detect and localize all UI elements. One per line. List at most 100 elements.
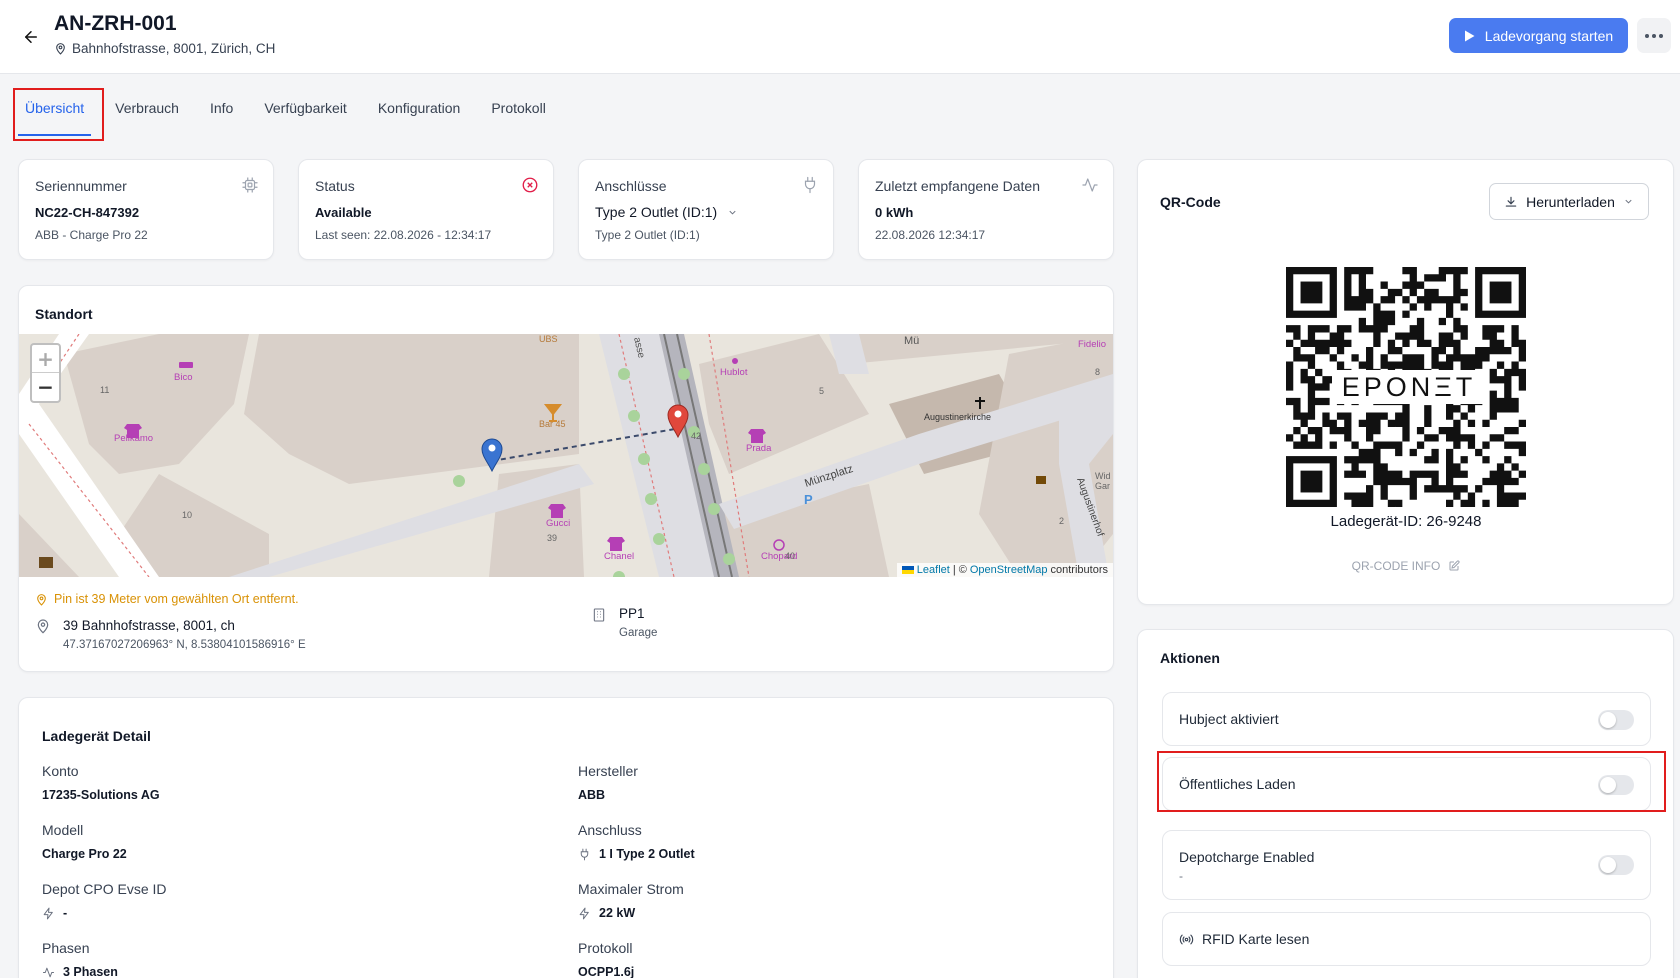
tab-info[interactable]: Info — [199, 88, 244, 128]
last-data-label: Zuletzt empfangene Daten — [875, 178, 1040, 194]
qr-info-label: QR-CODE INFO — [1351, 559, 1441, 573]
status-label: Status — [315, 178, 355, 194]
field-value-row: 3 Phasen — [42, 965, 118, 978]
action-hubject: Hubject aktiviert — [1162, 692, 1651, 746]
tab-verfuegbarkeit[interactable]: Verfügbarkeit — [253, 88, 358, 128]
map-label: Gar — [1095, 481, 1110, 491]
field-label: Anschluss — [578, 822, 642, 838]
plug-icon — [580, 848, 589, 860]
detail-title: Ladegerät Detail — [42, 728, 151, 744]
map-label: 10 — [182, 510, 192, 520]
rfid-icon — [1179, 934, 1194, 944]
field-label: Phasen — [42, 940, 90, 956]
map-label: UBS — [539, 334, 558, 344]
qr-code-info-link[interactable]: QR-CODE INFO — [1286, 559, 1526, 573]
action-label: Hubject aktiviert — [1179, 711, 1279, 727]
field-label: Maximaler Strom — [578, 881, 684, 897]
map-pin-icon — [37, 619, 49, 634]
ukraine-flag-icon — [901, 566, 914, 574]
page-address: Bahnhofstrasse, 8001, Zürich, CH — [54, 41, 275, 56]
action-depotcharge: Depotcharge Enabled - — [1162, 830, 1651, 900]
cinema-icon — [39, 557, 53, 568]
start-charging-button[interactable]: Ladevorgang starten — [1449, 18, 1628, 53]
serial-value: NC22-CH-847392 — [35, 205, 140, 220]
zoom-out-button[interactable]: − — [32, 373, 59, 401]
actions-title: Aktionen — [1160, 650, 1220, 666]
play-icon — [1464, 30, 1475, 41]
connector-select-value: Type 2 Outlet (ID:1) — [595, 204, 718, 220]
connector-select[interactable]: Type 2 Outlet (ID:1) — [595, 204, 738, 220]
qr-finder-pattern — [1286, 267, 1337, 318]
map-label: Bar 45 — [539, 419, 566, 429]
download-button[interactable]: Herunterladen — [1489, 183, 1649, 220]
field-value: ABB — [578, 788, 606, 802]
action-label: RFID Karte lesen — [1202, 931, 1310, 947]
parking-name: PP1 — [619, 606, 645, 621]
activity-icon — [1082, 178, 1098, 192]
parking-icon: P — [804, 492, 813, 507]
arrow-left-icon — [25, 31, 37, 43]
tab-bar: Übersicht Verbrauch Info Verfügbarkeit K… — [14, 88, 566, 140]
map-label: Prada — [746, 443, 772, 454]
map-label: 40 — [785, 551, 795, 561]
field-modell: Modell Charge Pro 22 — [42, 822, 127, 861]
plug-icon — [804, 176, 816, 194]
field-value: 17235-Solutions AG — [42, 788, 160, 802]
field-value: 1 I Type 2 Outlet — [599, 847, 695, 861]
zoom-in-button[interactable]: + — [32, 345, 59, 373]
field-value-row: - — [42, 906, 167, 920]
public-charging-toggle[interactable] — [1598, 775, 1634, 795]
chip-icon — [242, 177, 258, 193]
location-map[interactable]: P Bico Pelikamo Hublot Prada Gucci Chane… — [19, 334, 1113, 577]
map-canvas[interactable]: P Bico Pelikamo Hublot Prada Gucci Chane… — [19, 334, 1113, 577]
tab-konfiguration[interactable]: Konfiguration — [367, 88, 472, 128]
eponet-logo: EPONΞT — [1332, 370, 1486, 404]
field-value: Charge Pro 22 — [42, 847, 127, 861]
edit-icon — [1449, 560, 1460, 571]
map-label: 2 — [1059, 516, 1064, 526]
map-label: Gucci — [546, 518, 570, 529]
map-label: 8 — [1095, 367, 1100, 377]
action-label: Öffentliches Laden — [1179, 776, 1296, 792]
last-data-time: 22.08.2026 12:34:17 — [875, 228, 986, 242]
address-text: Bahnhofstrasse, 8001, Zürich, CH — [72, 41, 276, 56]
actions-card: Aktionen Hubject aktiviert Öffentliches … — [1137, 629, 1674, 978]
qr-finder-pattern — [1475, 267, 1526, 318]
field-value: 3 Phasen — [63, 965, 118, 978]
hubject-toggle[interactable] — [1598, 710, 1634, 730]
depotcharge-toggle[interactable] — [1598, 855, 1634, 875]
field-evse: Depot CPO Evse ID - — [42, 881, 167, 920]
tab-uebersicht[interactable]: Übersicht — [14, 88, 95, 136]
map-attribution: Leaflet | © OpenStreetMap contributors — [896, 563, 1113, 577]
back-button[interactable] — [18, 24, 44, 50]
map-label: Augustinerkirche — [924, 412, 991, 422]
map-label: Chanel — [604, 551, 634, 562]
rfid-label-row: RFID Karte lesen — [1179, 931, 1309, 947]
map-label: Hublot — [720, 367, 748, 378]
tab-verbrauch[interactable]: Verbrauch — [104, 88, 190, 128]
map-label: 11 — [100, 385, 109, 395]
location-title: Standort — [35, 306, 93, 322]
field-label: Modell — [42, 822, 84, 838]
serial-model: ABB - Charge Pro 22 — [35, 228, 148, 242]
bolt-icon — [579, 907, 589, 919]
leaflet-link[interactable]: Leaflet — [917, 564, 950, 576]
field-label: Protokoll — [578, 940, 633, 956]
tab-protokoll[interactable]: Protokoll — [480, 88, 556, 128]
status-value: Available — [315, 205, 372, 220]
cafe-icon — [1036, 476, 1046, 484]
bolt-icon — [43, 907, 53, 919]
charger-id: Ladegerät-ID: 26-9248 — [1330, 513, 1482, 530]
parking-type: Garage — [619, 627, 658, 639]
rfid-read-button[interactable]: RFID Karte lesen — [1162, 912, 1651, 966]
last-data-card: Zuletzt empfangene Daten 0 kWh 22.08.202… — [858, 159, 1114, 260]
connectors-card: Anschlüsse Type 2 Outlet (ID:1) Type 2 O… — [578, 159, 834, 260]
field-value: - — [63, 906, 68, 920]
charger-detail-card: Ladegerät Detail Konto 17235-Solutions A… — [18, 697, 1114, 978]
more-options-button[interactable] — [1637, 18, 1671, 53]
location-card: Standort P Bico Pelikamo Hublot Prada Gu… — [18, 285, 1114, 672]
start-charging-label: Ladevorgang starten — [1484, 27, 1614, 44]
osm-link[interactable]: OpenStreetMap — [970, 564, 1048, 576]
map-label: 39 — [547, 533, 557, 543]
map-label: Mü — [904, 335, 919, 347]
